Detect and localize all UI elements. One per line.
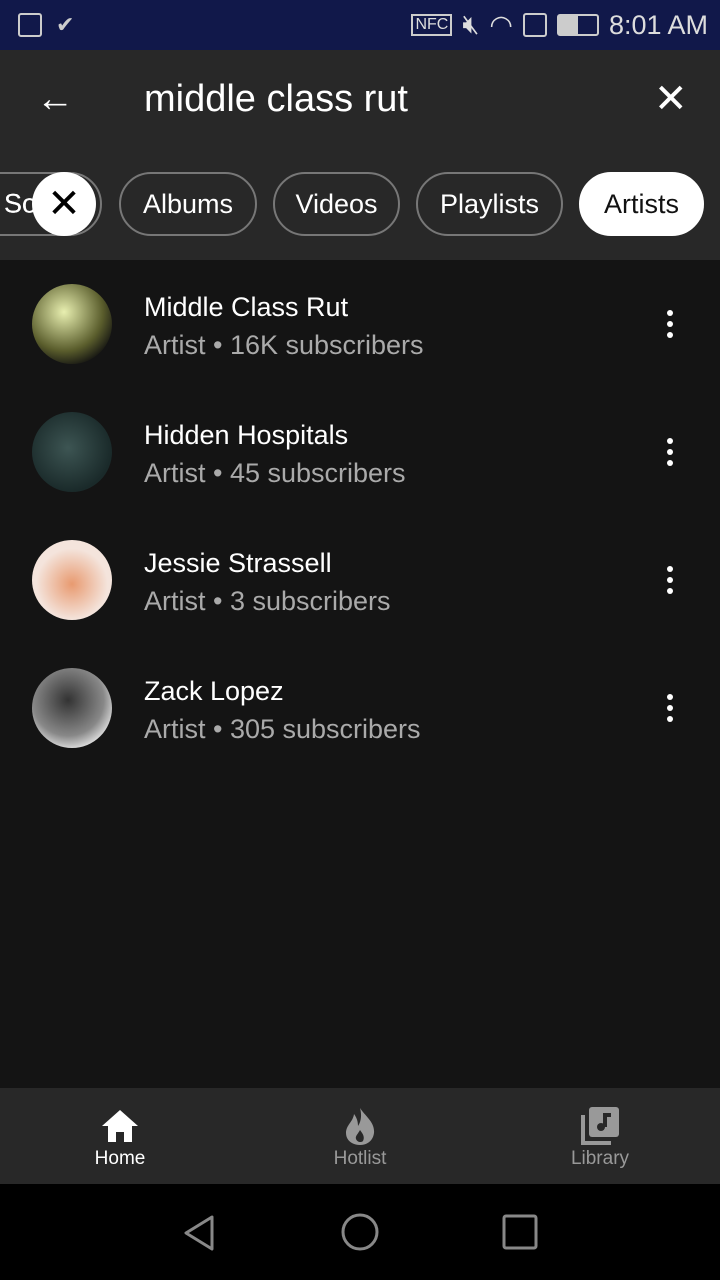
chip-label: Videos bbox=[295, 188, 378, 219]
nav-label: Library bbox=[570, 1148, 630, 1169]
results-list: Middle Class Rut Artist • 16K subscriber… bbox=[0, 260, 720, 772]
avatar bbox=[32, 668, 112, 748]
chip-videos[interactable]: Videos bbox=[273, 172, 400, 236]
chip-label: Playlists bbox=[439, 188, 540, 219]
artist-subtitle: Artist • 45 subscribers bbox=[144, 458, 406, 488]
more-options-icon[interactable] bbox=[656, 560, 684, 600]
check-notification-icon: ✔ bbox=[56, 12, 75, 37]
artist-subtitle: Artist • 305 subscribers bbox=[144, 714, 421, 744]
chip-artists[interactable]: Artists bbox=[579, 172, 704, 236]
list-item[interactable]: Middle Class Rut Artist • 16K subscriber… bbox=[0, 260, 720, 388]
back-arrow-icon[interactable]: ← bbox=[36, 78, 74, 121]
artist-name: Zack Lopez bbox=[144, 676, 284, 706]
list-item[interactable]: Zack Lopez Artist • 305 subscribers bbox=[0, 644, 720, 772]
bottom-nav: Home Hotlist Library bbox=[0, 1088, 720, 1184]
chip-label: Artists bbox=[603, 188, 679, 219]
library-music-icon bbox=[579, 1104, 621, 1148]
artist-subtitle: Artist • 16K subscribers bbox=[144, 330, 424, 360]
nav-home[interactable]: Home bbox=[0, 1088, 240, 1184]
battery-icon bbox=[556, 14, 599, 36]
chip-albums[interactable]: Albums bbox=[119, 172, 257, 236]
remove-filter-icon[interactable]: ✕ bbox=[32, 172, 96, 236]
list-item[interactable]: Jessie Strassell Artist • 3 subscribers bbox=[0, 516, 720, 644]
nav-library[interactable]: Library bbox=[480, 1088, 720, 1184]
artist-name: Hidden Hospitals bbox=[144, 420, 349, 450]
status-bar: ✔ NFC 🔇︎ ◠ 8:01 AM bbox=[0, 0, 720, 50]
wifi-icon: ◠ bbox=[489, 9, 513, 40]
more-options-icon[interactable] bbox=[656, 688, 684, 728]
search-input[interactable]: middle class rut bbox=[144, 78, 408, 121]
avatar bbox=[32, 540, 112, 620]
search-header: ← middle class rut ✕ Songs So ✕ Albums V… bbox=[0, 50, 720, 260]
more-options-icon[interactable] bbox=[656, 432, 684, 472]
nav-label: Home bbox=[94, 1148, 146, 1169]
home-icon bbox=[100, 1104, 140, 1148]
avatar bbox=[32, 284, 112, 364]
artist-name: Middle Class Rut bbox=[144, 292, 349, 322]
artist-subtitle: Artist • 3 subscribers bbox=[144, 586, 391, 616]
fire-icon bbox=[343, 1104, 377, 1148]
system-recents-icon[interactable] bbox=[502, 1214, 538, 1250]
mute-icon: 🔇︎ bbox=[462, 9, 480, 39]
nav-hotlist[interactable]: Hotlist bbox=[240, 1088, 480, 1184]
system-navigation-bar bbox=[0, 1184, 720, 1280]
system-back-icon[interactable] bbox=[182, 1214, 218, 1252]
nav-label: Hotlist bbox=[333, 1148, 387, 1169]
artist-name: Jessie Strassell bbox=[144, 548, 332, 578]
sim-icon bbox=[522, 13, 547, 37]
chip-label: Albums bbox=[142, 188, 234, 219]
more-options-icon[interactable] bbox=[656, 304, 684, 344]
nfc-icon: NFC bbox=[411, 14, 453, 36]
avatar bbox=[32, 412, 112, 492]
clock: 8:01 AM bbox=[608, 9, 708, 40]
filter-chips: Songs So ✕ Albums Videos Playlists Artis… bbox=[0, 172, 720, 236]
list-item[interactable]: Hidden Hospitals Artist • 45 subscribers bbox=[0, 388, 720, 516]
image-notification-icon bbox=[18, 13, 42, 37]
clear-search-icon[interactable]: ✕ bbox=[654, 76, 688, 122]
chip-playlists[interactable]: Playlists bbox=[416, 172, 563, 236]
system-home-icon[interactable] bbox=[340, 1212, 380, 1252]
